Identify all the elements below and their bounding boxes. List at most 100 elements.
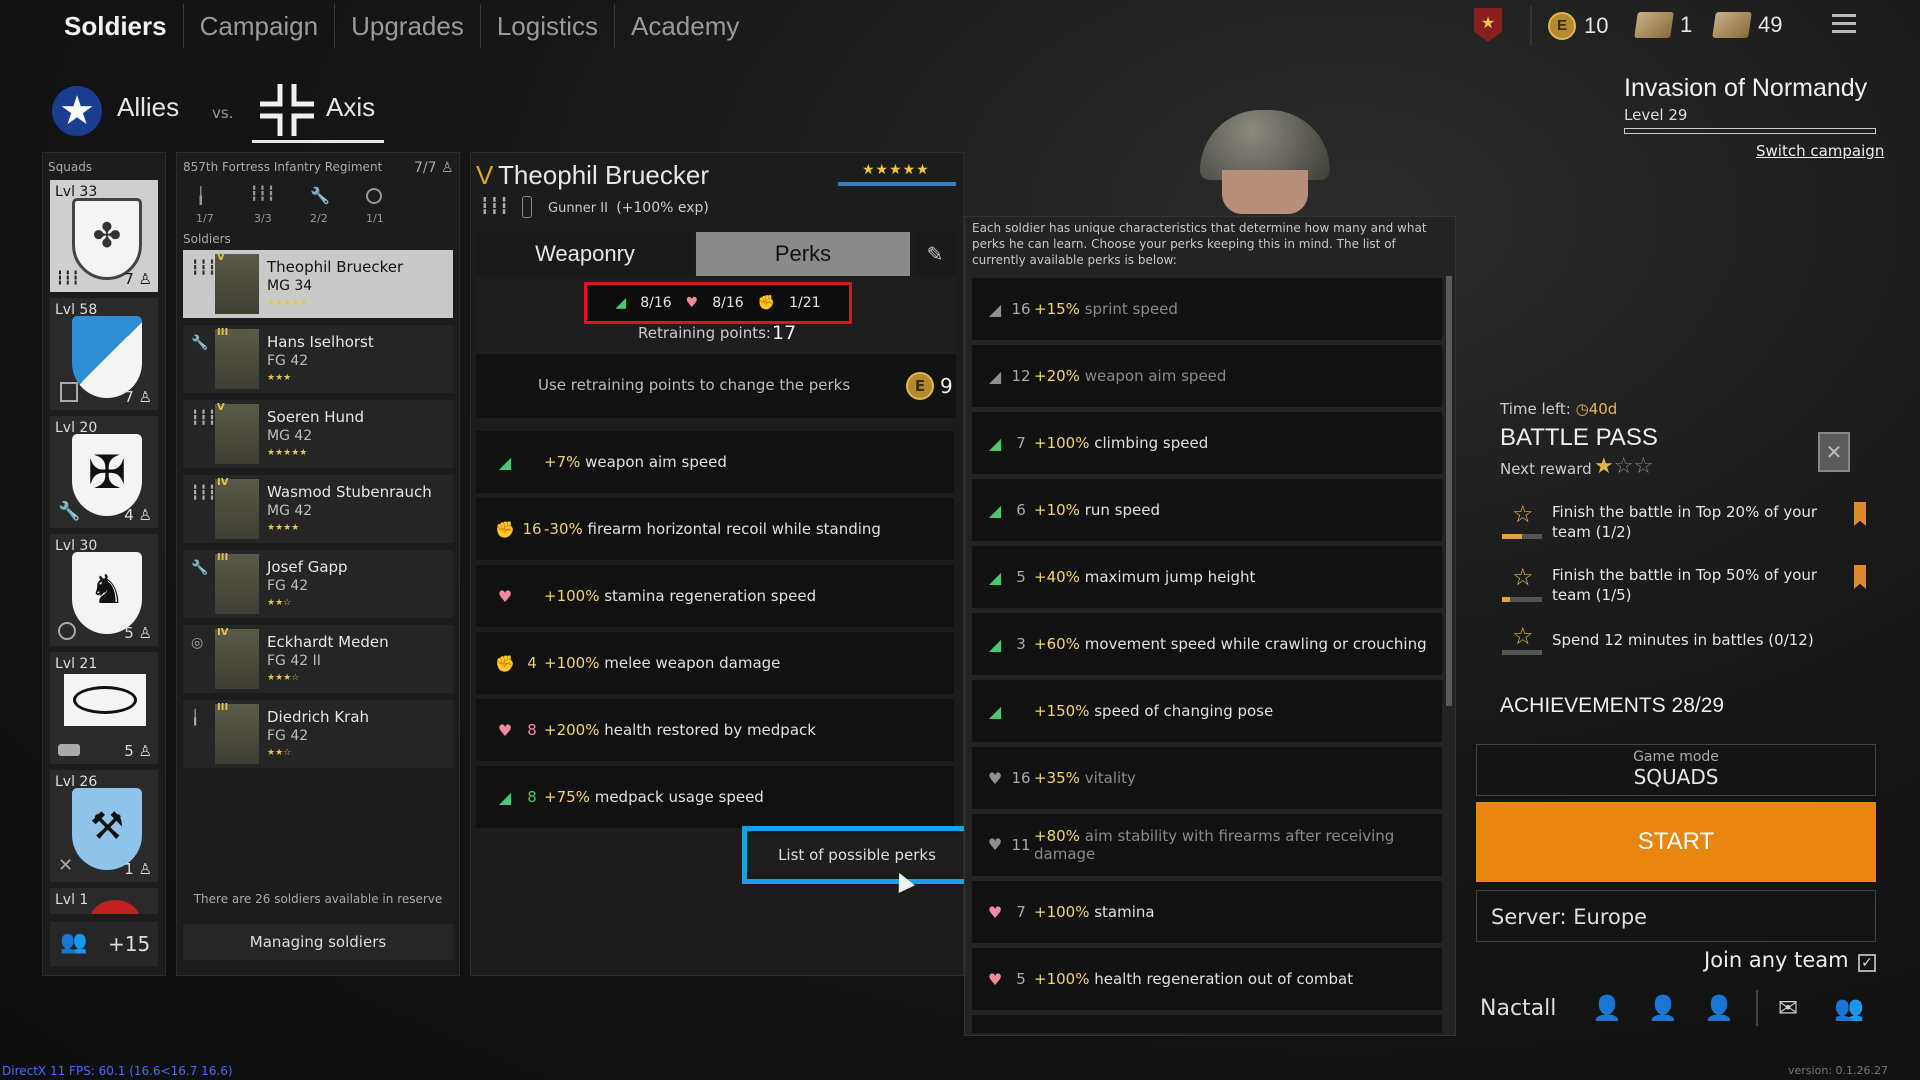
battle-pass-task[interactable]: ☆ Spend 12 minutes in battles (0/12) <box>1502 622 1882 678</box>
perk-slot[interactable]: ♥ +100% stamina regeneration speed <box>476 565 954 627</box>
heart-icon: ♥ <box>685 295 699 311</box>
perk-list-scrollbar[interactable] <box>1446 276 1452 706</box>
soldier-portrait <box>215 479 259 539</box>
squad-card[interactable]: Lvl 30 ♞ 5 ♙ <box>50 534 158 646</box>
tab-weaponry[interactable]: Weaponry <box>476 232 694 276</box>
perk-list-item[interactable]: ♥ 11 +80% aim stability with firearms afte… <box>972 814 1442 876</box>
faction-axis[interactable]: Axis <box>326 92 375 123</box>
faction-allies[interactable]: Allies <box>117 92 179 123</box>
axis-cross-icon[interactable] <box>260 84 314 136</box>
friends-icon[interactable]: 👥 <box>1834 994 1864 1022</box>
perk-list-item[interactable]: ♥ 5 +100% health regeneration out of comba… <box>972 948 1442 1010</box>
more-squads-count: +15 <box>108 932 151 956</box>
sniper-scope-icon <box>58 622 76 640</box>
edit-pencil-icon[interactable]: ✎ <box>914 232 956 276</box>
tab-soldiers[interactable]: Soldiers <box>0 4 184 48</box>
perk-list-item[interactable]: ◢ 16 +15% sprint speed <box>972 278 1442 340</box>
perk-slot[interactable]: ✊ 16 -30% firearm horizontal recoil while… <box>476 498 954 560</box>
reward-item-icon[interactable]: ✕ <box>1818 432 1850 472</box>
battle-pass-task[interactable]: ☆ Finish the battle in Top 50% of your t… <box>1502 563 1882 619</box>
soldier-row[interactable]: ┇┇┇ V Theophil Bruecker MG 34 ★★★★★ <box>183 250 453 318</box>
divider <box>1756 990 1758 1026</box>
tab-logistics[interactable]: Logistics <box>481 4 615 48</box>
coin-icon: E <box>906 372 934 400</box>
wrench-icon: 🔧 <box>58 501 81 522</box>
squad-card[interactable]: Lvl 1 <box>50 888 158 914</box>
soldier-title: Theophil Bruecker <box>498 160 709 190</box>
wrench-icon: 🔧 <box>191 560 209 576</box>
list-of-possible-perks-button[interactable]: List of possible perks <box>753 837 961 873</box>
more-squads-button[interactable]: 👥 +15 <box>50 922 158 966</box>
star-icon: ☆ <box>1512 622 1534 650</box>
cards-a-counter[interactable]: 1 <box>1634 12 1692 38</box>
heart-icon: ♥ <box>987 969 1003 989</box>
perk-slot[interactable]: ♥ 8 +200% health restored by medpack <box>476 699 954 761</box>
perk-list-item[interactable]: ◢ 3 +60% movement speed while crawling or … <box>972 613 1442 675</box>
allies-star-icon[interactable]: ★ <box>52 86 102 136</box>
game-mode-selector[interactable]: Game mode SQUADS <box>1476 744 1876 796</box>
blue-white-emblem-icon <box>72 316 142 398</box>
switch-campaign-link[interactable]: Switch campaign <box>1756 142 1884 160</box>
cards-b-value: 49 <box>1758 12 1783 37</box>
soldier-weapon: MG 42 <box>267 503 313 519</box>
tab-campaign[interactable]: Campaign <box>184 4 336 48</box>
battle-pass-task[interactable]: ☆ Finish the battle in Top 20% of your t… <box>1502 500 1882 556</box>
heart-icon: ♥ <box>497 720 513 740</box>
add-friend-icon[interactable]: 👤 <box>1592 994 1622 1022</box>
tab-perks[interactable]: Perks <box>696 232 910 276</box>
join-any-team-checkbox[interactable]: ✓ <box>1858 954 1876 972</box>
perk-list-item[interactable]: ◢ 12 +20% weapon aim speed <box>972 345 1442 407</box>
machine-gunner-icon: ┇┇┇ <box>191 260 217 276</box>
start-button[interactable]: START <box>1476 802 1876 882</box>
squad-card[interactable]: Lvl 26 ⚒ ✕ 1 ♙ <box>50 770 158 882</box>
add-friend-icon[interactable]: 👤 <box>1648 994 1678 1022</box>
squad-card[interactable]: Lvl 58 7 ♙ <box>50 298 158 410</box>
agility-icon: ◢ <box>988 299 1002 319</box>
vs-label: vs. <box>212 104 234 122</box>
cards-b-counter[interactable]: 49 <box>1712 12 1783 38</box>
campaign-level: Level 29 <box>1624 106 1688 124</box>
soldier-row[interactable]: ◎ IV Eckhardt Meden FG 42 II ★★★☆ <box>183 625 453 693</box>
top-nav: Soldiers Campaign Upgrades Logistics Aca… <box>0 0 1920 52</box>
perk-list-item[interactable]: ◢ 5 +40% maximum jump height <box>972 546 1442 608</box>
managing-soldiers-button[interactable]: Managing soldiers <box>183 924 453 960</box>
soldier-row[interactable]: 🔧 III Hans Iselhorst FG 42 ★★★ <box>183 325 453 393</box>
retrain-button[interactable]: Use retraining points to change the perk… <box>476 354 956 418</box>
machine-gunner-icon: ┇┇┇ <box>191 485 217 501</box>
bookmark-icon <box>1854 565 1866 589</box>
achievements-label[interactable]: ACHIEVEMENTS 28/29 <box>1500 694 1724 718</box>
perk-slot[interactable]: ◢ +7% weapon aim speed <box>476 431 954 493</box>
coins-counter[interactable]: E 10 <box>1548 12 1608 40</box>
tab-academy[interactable]: Academy <box>615 4 755 48</box>
time-left: Time left: ◷40d <box>1500 400 1618 418</box>
squad-card[interactable]: Lvl 21 5 ♙ <box>50 652 158 764</box>
tab-upgrades[interactable]: Upgrades <box>335 4 481 48</box>
game-mode-value: SQUADS <box>1633 765 1719 789</box>
soldier-row[interactable]: 🔧 III Josef Gapp FG 42 ★★☆ <box>183 550 453 618</box>
mail-icon[interactable]: ✉ <box>1778 994 1798 1022</box>
perk-slot[interactable]: ✊ 4 +100% melee weapon damage <box>476 632 954 694</box>
squad-card[interactable]: Lvl 20 ✠ 🔧 4 ♙ <box>50 416 158 528</box>
perk-list-item[interactable]: ♥ 7 +100% stamina <box>972 881 1442 943</box>
soldier-rank: III <box>217 702 229 713</box>
perk-list-item[interactable]: ◢ 6 +10% run speed <box>972 479 1442 541</box>
perk-list-item[interactable]: ♥ 16 +35% vitality <box>972 747 1442 809</box>
soldier-name: Hans Iselhorst <box>267 333 374 351</box>
eagle-emblem-icon: ✤ <box>72 198 142 280</box>
squad-card[interactable]: Lvl 33 ✤ ┇┇┇ 7 ♙ <box>50 180 158 292</box>
soldiers-label: Soldiers <box>183 232 231 246</box>
perk-list-item[interactable]: ◢ 7 +100% climbing speed <box>972 412 1442 474</box>
task-progress <box>1502 534 1542 539</box>
server-selector[interactable]: Server: Europe <box>1476 890 1876 942</box>
perk-list-item[interactable]: ◢ +150% speed of changing pose <box>972 680 1442 742</box>
agility-icon: ◢ <box>988 366 1002 386</box>
menu-icon[interactable] <box>1832 14 1856 33</box>
soldier-row[interactable]: ┇┇┇ IV Wasmod Stubenrauch MG 42 ★★★★ <box>183 475 453 543</box>
soldier-portrait <box>215 254 259 314</box>
mg-slot-icon: ┇┇┇ <box>250 186 276 202</box>
soldier-row[interactable]: ┇┇┇ V Soeren Hund MG 42 ★★★★★ <box>183 400 453 468</box>
perk-slot[interactable]: ◢ 8 +75% medpack usage speed <box>476 766 954 828</box>
add-friend-icon[interactable]: 👤 <box>1704 994 1734 1022</box>
soldier-row[interactable]: ╽ III Diedrich Krah FG 42 ★★☆ <box>183 700 453 768</box>
heart-icon: ♥ <box>987 835 1003 854</box>
